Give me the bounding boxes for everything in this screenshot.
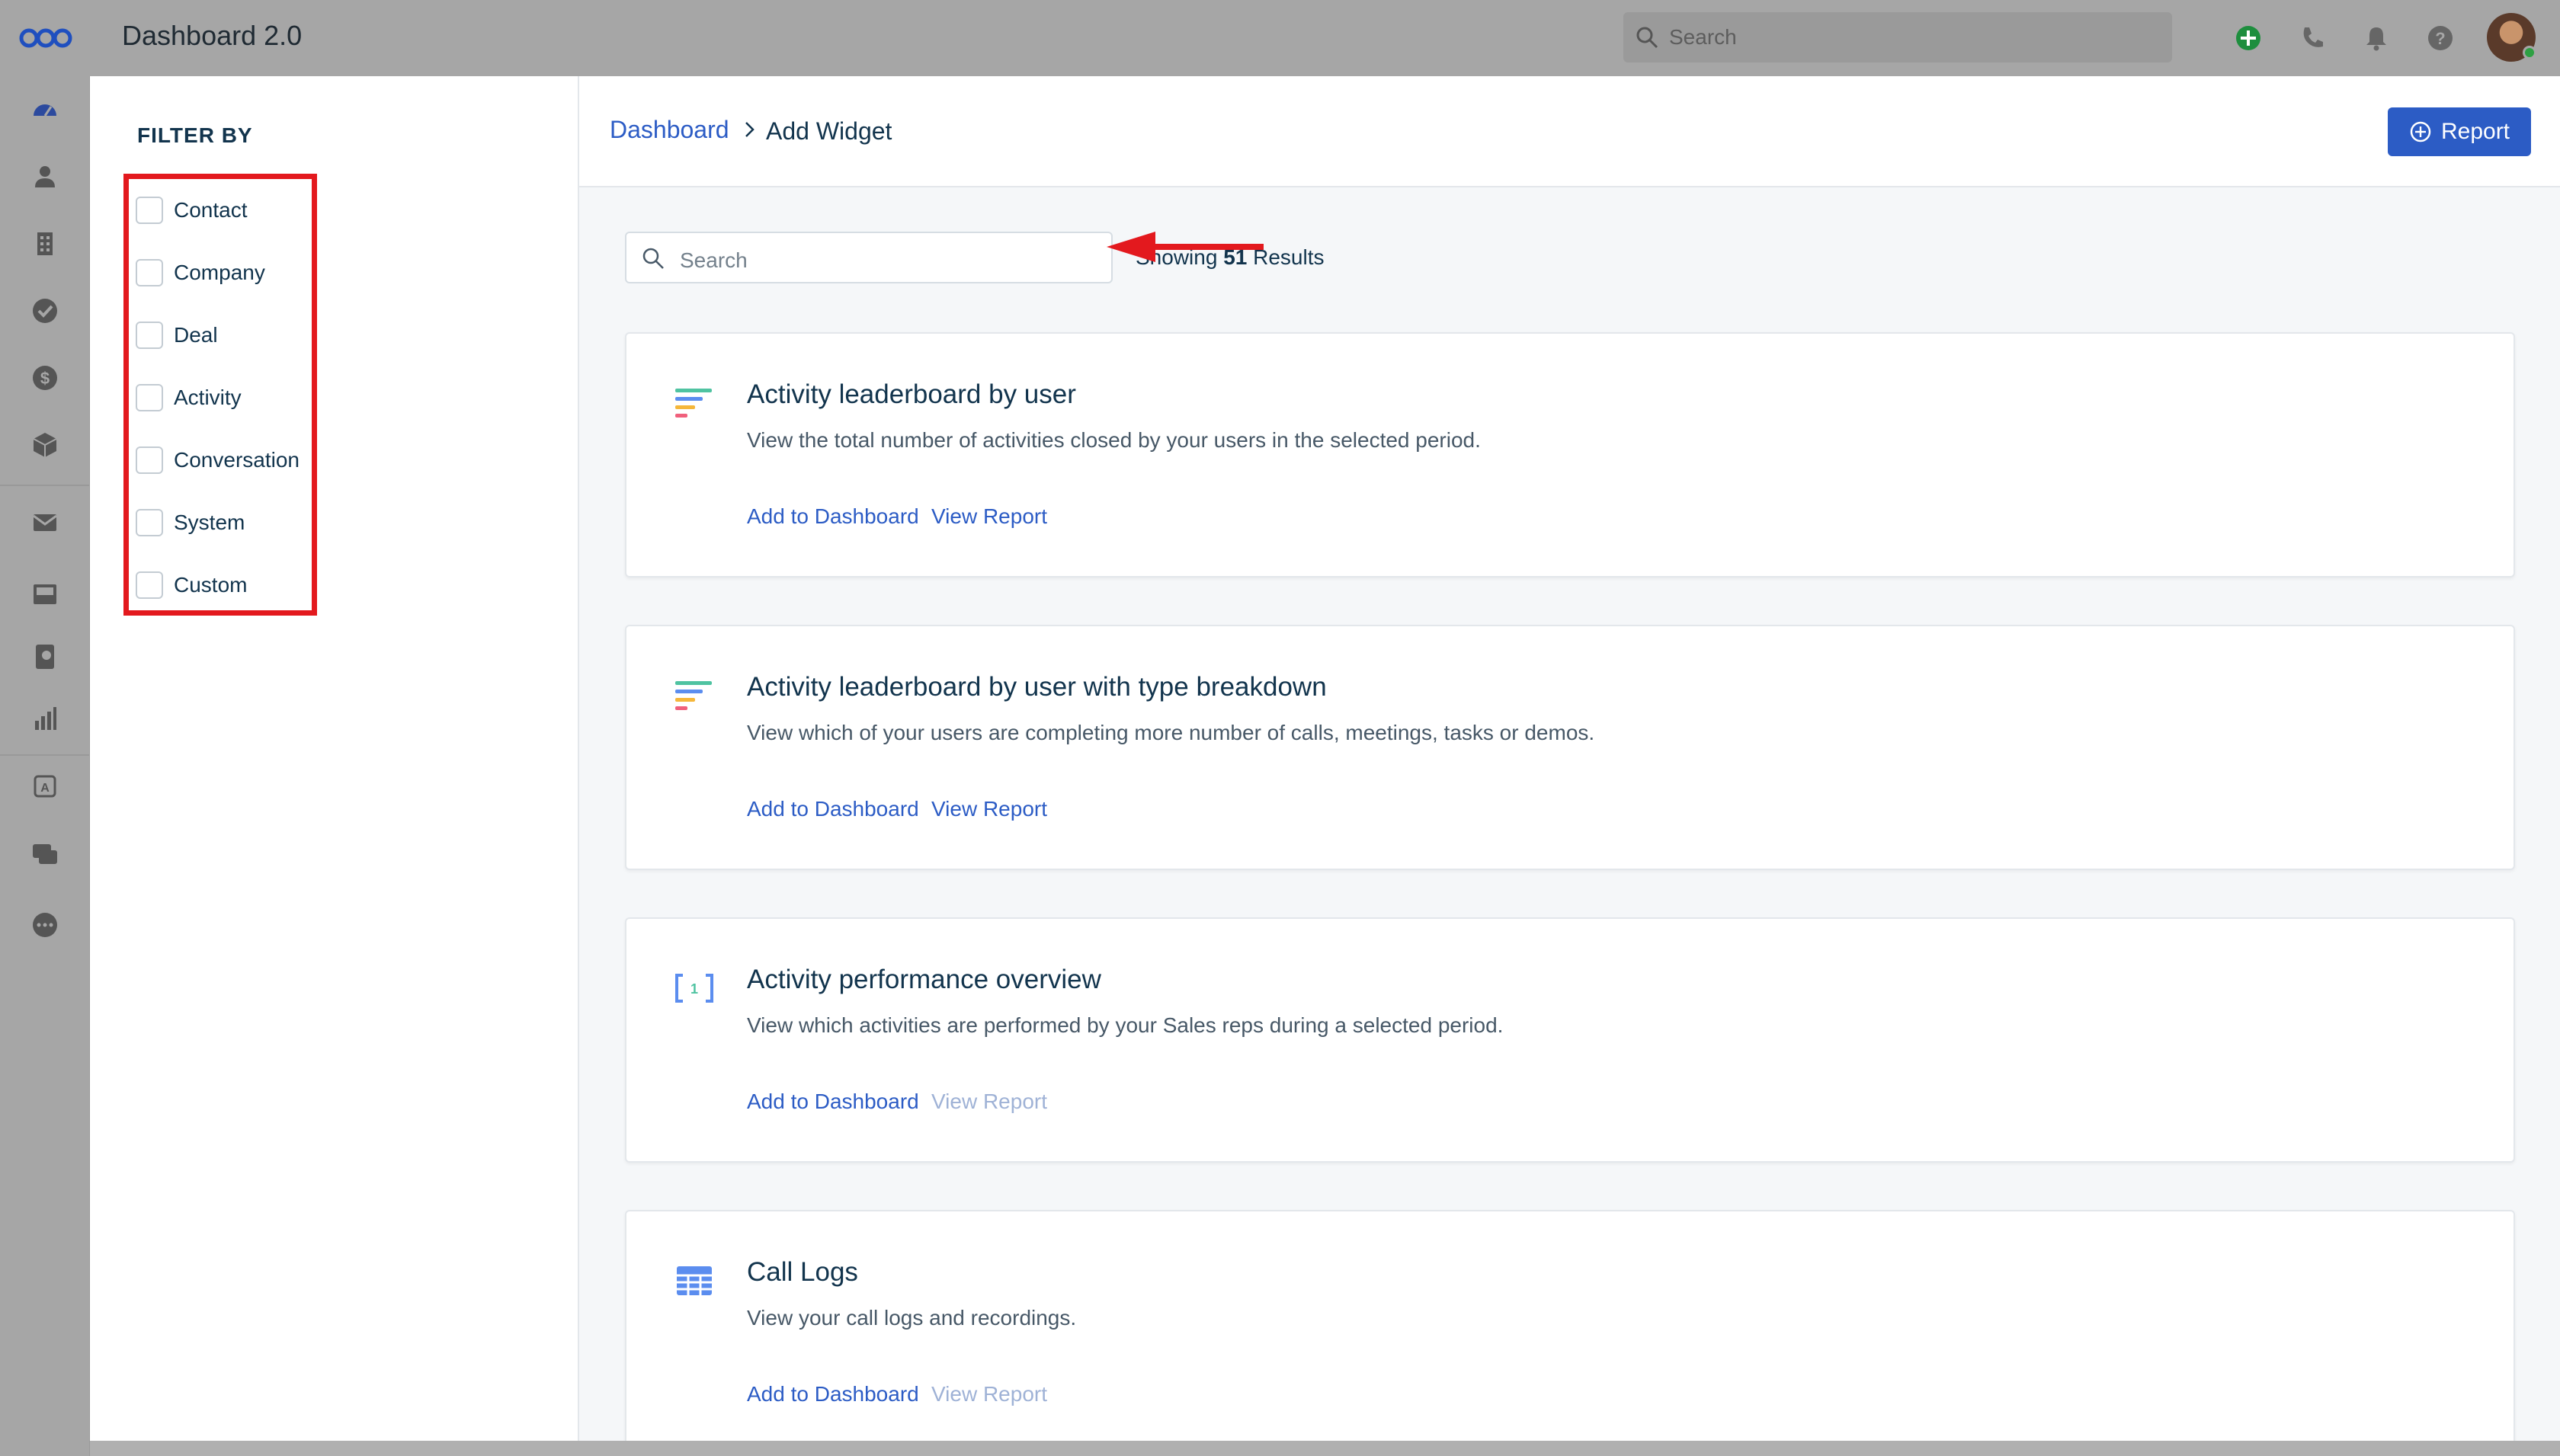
filter-label: Deal — [174, 323, 218, 347]
filter-checkbox[interactable] — [136, 446, 163, 474]
deals-dollar-icon[interactable]: $ — [30, 363, 60, 393]
app-title: Dashboard 2.0 — [122, 20, 303, 51]
svg-text:A: A — [40, 782, 50, 795]
widget-title: Activity leaderboard by user — [747, 379, 1076, 409]
svg-text:?: ? — [2435, 29, 2445, 48]
inbox-tray-icon[interactable] — [30, 579, 60, 610]
leaderboard-icon — [675, 681, 712, 710]
add-circle-icon[interactable] — [2233, 23, 2264, 53]
filter-checkbox[interactable] — [136, 259, 163, 286]
filter-title: FILTER BY — [137, 123, 253, 147]
filter-company[interactable]: Company — [136, 258, 265, 288]
filter-checkbox[interactable] — [136, 197, 163, 224]
companies-building-icon[interactable] — [30, 229, 60, 259]
breadcrumb: Dashboard Add Widget Report — [579, 76, 2560, 187]
report-button-label: Report — [2440, 119, 2510, 144]
mail-icon[interactable] — [30, 507, 60, 538]
chevron-right-icon — [745, 122, 755, 137]
widget-search-input[interactable]: Search — [625, 232, 1113, 283]
widget-description: View which activities are performed by y… — [747, 1013, 1504, 1037]
filter-label: Custom — [174, 573, 248, 597]
filter-activity[interactable]: Activity — [136, 382, 242, 413]
widget-title: Activity performance overview — [747, 965, 1101, 994]
filter-label: Conversation — [174, 448, 300, 472]
widget-description: View your call logs and recordings. — [747, 1306, 1077, 1330]
chat-bubbles-icon[interactable] — [30, 840, 60, 870]
filter-contact[interactable]: Contact — [136, 195, 248, 226]
phone-icon[interactable] — [2297, 23, 2328, 53]
add-to-dashboard-link[interactable]: Add to Dashboard — [747, 1090, 919, 1114]
app-logo-icon[interactable] — [18, 23, 73, 53]
filter-checkbox[interactable] — [136, 322, 163, 349]
widget-search-placeholder: Search — [680, 248, 748, 272]
widget-description: View the total number of activities clos… — [747, 428, 1481, 452]
svg-text:$: $ — [40, 369, 50, 388]
metric-bracket-icon: 1 — [675, 974, 713, 1003]
add-to-dashboard-link[interactable]: Add to Dashboard — [747, 797, 919, 821]
breadcrumb-current: Add Widget — [766, 117, 892, 145]
tasks-check-icon[interactable] — [30, 296, 60, 326]
red-arrow-annotation-icon — [1107, 232, 1264, 262]
widget-card: Call Logs View your call logs and record… — [625, 1210, 2515, 1455]
leaderboard-icon — [675, 389, 712, 418]
filter-deal[interactable]: Deal — [136, 320, 218, 350]
add-to-dashboard-link[interactable]: Add to Dashboard — [747, 1382, 919, 1406]
dashboard-gauge-icon[interactable] — [30, 94, 60, 125]
left-nav-rail: $ A — [0, 76, 90, 1456]
global-search-placeholder: Search — [1669, 25, 1737, 49]
rail-divider — [0, 754, 90, 756]
phone-book-icon[interactable] — [30, 642, 60, 672]
filter-system[interactable]: System — [136, 507, 245, 538]
automation-chip-icon[interactable]: A — [30, 771, 60, 802]
filter-checkbox[interactable] — [136, 509, 163, 536]
filter-label: Company — [174, 261, 265, 284]
view-report-link[interactable]: View Report — [931, 797, 1047, 821]
widget-card: Activity leaderboard by user View the to… — [625, 332, 2515, 578]
view-report-link-disabled: View Report — [931, 1382, 1048, 1406]
widget-card: Activity leaderboard by user with type b… — [625, 625, 2515, 870]
online-status-dot — [2523, 46, 2536, 59]
filter-label: Activity — [174, 386, 242, 409]
widget-description: View which of your users are completing … — [747, 721, 1595, 744]
search-icon — [1636, 27, 1658, 49]
reports-bar-chart-icon[interactable] — [30, 704, 60, 734]
filter-label: System — [174, 510, 245, 534]
search-icon — [642, 248, 664, 269]
filter-label: Contact — [174, 198, 248, 222]
top-bar: Dashboard 2.0 Search ? — [0, 0, 2560, 76]
help-icon[interactable]: ? — [2425, 23, 2456, 53]
widget-card: 1 Activity performance overview View whi… — [625, 917, 2515, 1163]
rail-divider — [0, 485, 90, 486]
more-options-icon[interactable] — [30, 910, 60, 940]
filter-checkbox[interactable] — [136, 571, 163, 599]
filter-custom[interactable]: Custom — [136, 570, 247, 600]
plus-circle-icon — [2410, 121, 2431, 142]
breadcrumb-dashboard-link[interactable]: Dashboard — [610, 116, 729, 144]
widget-title: Activity leaderboard by user with type b… — [747, 672, 1327, 702]
main-content: Dashboard Add Widget Report Search Showi… — [579, 76, 2560, 1455]
table-grid-icon — [677, 1266, 712, 1295]
global-search-input[interactable]: Search — [1623, 12, 2172, 62]
add-to-dashboard-link[interactable]: Add to Dashboard — [747, 504, 919, 529]
view-report-link[interactable]: View Report — [931, 504, 1047, 529]
filter-checkbox[interactable] — [136, 384, 163, 411]
filter-conversation[interactable]: Conversation — [136, 445, 300, 475]
widget-title: Call Logs — [747, 1257, 858, 1287]
svg-text:1: 1 — [690, 981, 698, 997]
add-report-button[interactable]: Report — [2388, 107, 2531, 156]
view-report-link-disabled: View Report — [931, 1090, 1048, 1113]
contacts-icon[interactable] — [30, 162, 60, 192]
horizontal-scrollbar[interactable] — [90, 1441, 2560, 1456]
products-box-icon[interactable] — [30, 430, 60, 460]
filter-panel: FILTER BY Contact Company Deal Activity … — [90, 76, 579, 1441]
bell-icon[interactable] — [2361, 23, 2392, 53]
